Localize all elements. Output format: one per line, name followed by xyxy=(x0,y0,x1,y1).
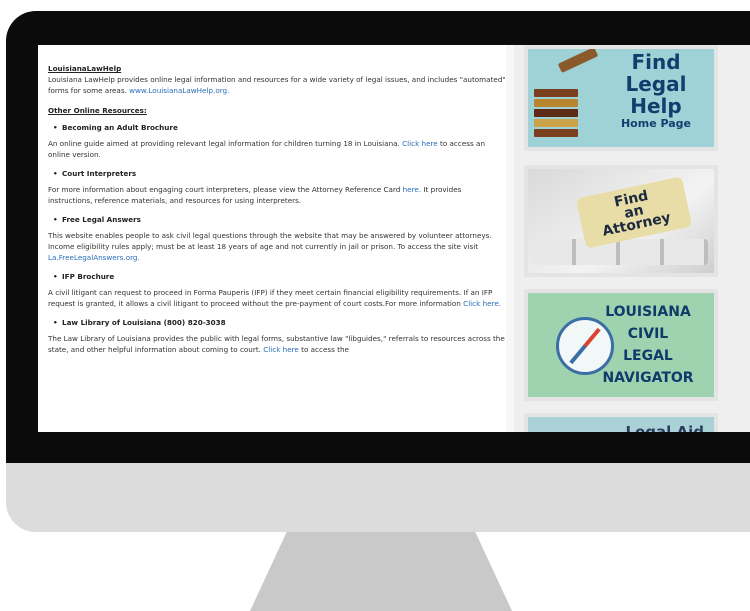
legal-aid-label: Legal Aid xyxy=(625,423,704,432)
item-text-adult-brochure: An online guide aimed at providing relev… xyxy=(48,138,506,160)
main-content: LouisianaLawHelp Louisiana LawHelp provi… xyxy=(38,45,506,432)
item-text-free-legal-answers: This website enables people to ask civil… xyxy=(48,230,506,263)
monitor-stand xyxy=(250,532,512,611)
item-body: For more information about engaging cour… xyxy=(48,185,401,194)
find-attorney-tile[interactable]: Find an Attorney xyxy=(524,165,718,277)
gavel-icon xyxy=(557,49,599,73)
tile-line: LOUISIANA xyxy=(605,304,691,320)
find-legal-help-label: Find Legal Help Home Page xyxy=(606,51,706,130)
legal-navigator-label: LOUISIANA CIVIL LEGAL NAVIGATOR xyxy=(588,301,708,389)
tile-line: NAVIGATOR xyxy=(602,370,694,386)
item-body: An online guide aimed at providing relev… xyxy=(48,139,400,148)
item-link[interactable]: Click here xyxy=(263,345,299,354)
item-body-tail: to access the xyxy=(301,345,349,354)
tile-line: LEGAL xyxy=(623,348,673,364)
item-text-ifp-brochure: A civil litigant can request to proceed … xyxy=(48,287,506,309)
tile-line: Legal xyxy=(625,72,687,96)
item-title-court-interpreters: Court Interpreters xyxy=(53,168,506,179)
item-link[interactable]: Click here xyxy=(402,139,438,148)
legal-navigator-tile[interactable]: LOUISIANA CIVIL LEGAL NAVIGATOR xyxy=(524,289,718,401)
section-title: Other Online Resources: xyxy=(48,106,147,115)
intro-link[interactable]: www.LouisianaLawHelp.org. xyxy=(129,86,229,95)
item-title-free-legal-answers: Free Legal Answers xyxy=(53,214,506,225)
page-heading[interactable]: LouisianaLawHelp xyxy=(48,63,506,74)
tile-line: Find xyxy=(631,50,681,74)
tile-line: CIVIL xyxy=(627,326,669,342)
monitor-screen: LouisianaLawHelp Louisiana LawHelp provi… xyxy=(38,45,750,432)
item-body: A civil litigant can request to proceed … xyxy=(48,288,493,308)
item-title-law-library: Law Library of Louisiana (800) 820-3038 xyxy=(53,317,506,328)
sidebar: Find Legal Help Home Page Find an Attorn… xyxy=(514,45,750,432)
item-title-adult-brochure: Becoming an Adult Brochure xyxy=(53,122,506,133)
intro-paragraph: Louisiana LawHelp provides online legal … xyxy=(48,74,506,96)
books-icon xyxy=(534,89,578,141)
monitor-chin xyxy=(6,463,750,532)
item-link[interactable]: La.FreeLegalAnswers.org. xyxy=(48,253,140,262)
item-body: This website enables people to ask civil… xyxy=(48,231,492,251)
find-legal-help-tile[interactable]: Find Legal Help Home Page xyxy=(524,45,718,151)
item-text-court-interpreters: For more information about engaging cour… xyxy=(48,184,506,206)
tile-line: Help xyxy=(630,94,682,118)
item-link[interactable]: Click here. xyxy=(463,299,501,308)
legal-aid-tile[interactable]: Legal Aid xyxy=(524,413,718,432)
keyboard-icon xyxy=(532,239,708,265)
intro-text: Louisiana LawHelp provides online legal … xyxy=(48,75,506,95)
find-attorney-label: Find an Attorney xyxy=(575,176,693,249)
item-link[interactable]: here. xyxy=(403,185,421,194)
item-text-law-library: The Law Library of Louisiana provides th… xyxy=(48,333,506,355)
tile-subline: Home Page xyxy=(620,117,692,130)
item-title-ifp-brochure: IFP Brochure xyxy=(53,271,506,282)
